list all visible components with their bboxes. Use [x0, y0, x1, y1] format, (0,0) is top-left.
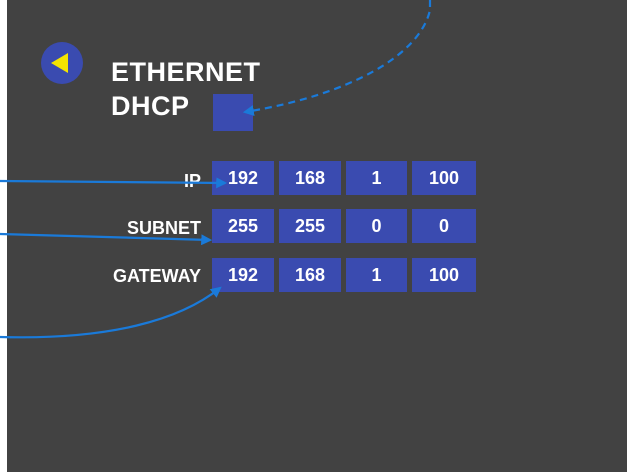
- ip-octet-3[interactable]: 1: [346, 161, 407, 195]
- back-arrow-icon: [51, 53, 68, 73]
- gateway-octet-3[interactable]: 1: [346, 258, 407, 292]
- gateway-label: GATEWAY: [112, 266, 201, 286]
- back-button[interactable]: [41, 42, 83, 84]
- ip-octet-1[interactable]: 192: [212, 161, 274, 195]
- subnet-octet-1[interactable]: 255: [212, 209, 274, 243]
- subnet-octet-3[interactable]: 0: [346, 209, 407, 243]
- dhcp-checkbox[interactable]: [213, 94, 253, 131]
- gateway-octet-2[interactable]: 168: [279, 258, 341, 292]
- dhcp-label: DHCP: [111, 91, 190, 121]
- gateway-octet-1[interactable]: 192: [212, 258, 274, 292]
- page-title: ETHERNET: [111, 57, 261, 87]
- ip-label: IP: [183, 171, 201, 191]
- ip-octet-4[interactable]: 100: [412, 161, 476, 195]
- subnet-octet-4[interactable]: 0: [412, 209, 476, 243]
- subnet-label: SUBNET: [126, 218, 201, 238]
- subnet-octet-2[interactable]: 255: [279, 209, 341, 243]
- ip-octet-2[interactable]: 168: [279, 161, 341, 195]
- gateway-octet-4[interactable]: 100: [412, 258, 476, 292]
